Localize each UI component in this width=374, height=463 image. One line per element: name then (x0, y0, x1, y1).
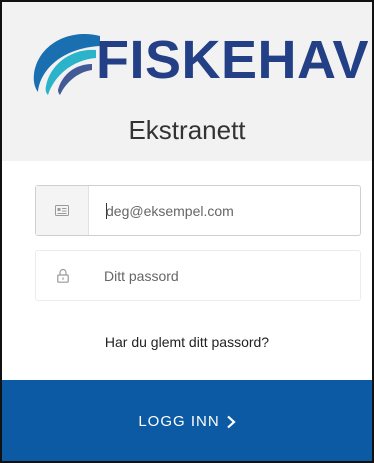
id-card-icon (55, 205, 69, 216)
chevron-right-icon (226, 415, 236, 428)
login-button[interactable]: LOGG INN (2, 380, 372, 461)
password-field[interactable] (35, 250, 361, 301)
email-input[interactable] (106, 186, 356, 235)
email-field[interactable] (35, 185, 361, 236)
forgot-password-link[interactable]: Har du glemt ditt passord? (2, 333, 372, 351)
logo: FISKEHAV (30, 20, 369, 100)
brand-name: FISKEHAV (96, 30, 370, 90)
email-icon-box (36, 186, 89, 235)
password-icon-box (36, 251, 89, 300)
lock-icon (56, 268, 69, 283)
header: FISKEHAV Ekstranett (2, 2, 372, 161)
login-window: FISKEHAV Ekstranett deg@eksempel.com Har… (0, 0, 374, 463)
page-subtitle: Ekstranett (128, 115, 246, 145)
login-button-label: LOGG INN (138, 413, 220, 430)
login-form: Har du glemt ditt passord? (2, 161, 372, 381)
wave-logo-icon (33, 33, 101, 95)
password-input[interactable] (104, 251, 354, 300)
